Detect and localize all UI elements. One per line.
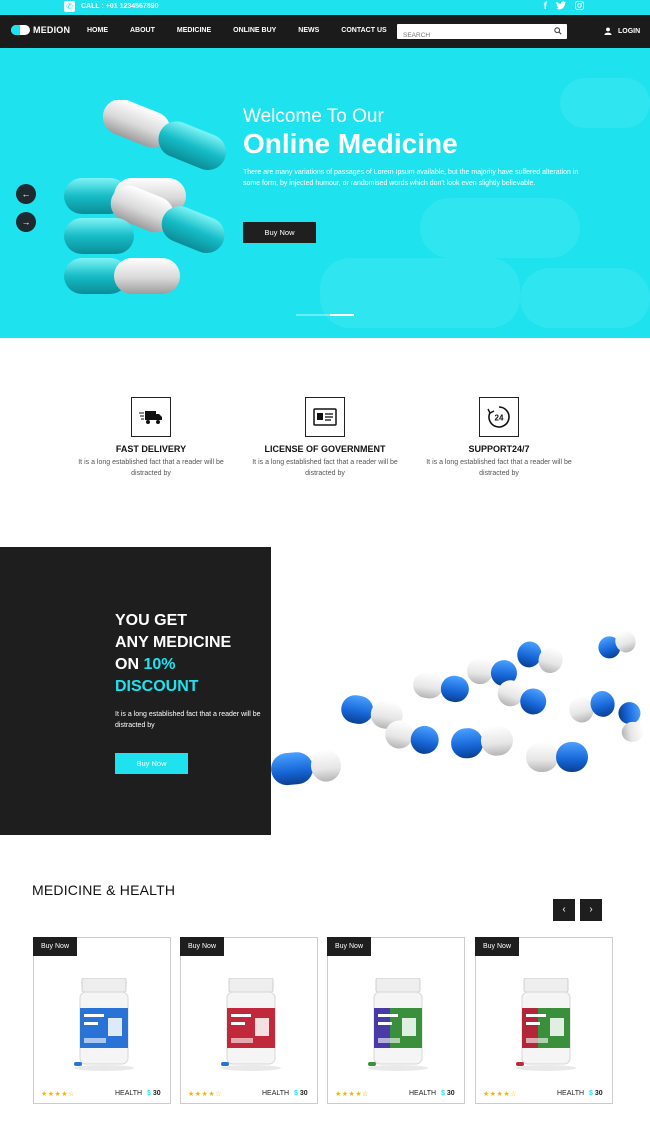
discount-prefix: ON	[115, 656, 144, 673]
discount-line-2: ANY MEDICINE	[115, 634, 232, 651]
price-currency: $	[294, 1090, 298, 1097]
product-buy-now-button[interactable]: Buy Now	[327, 937, 371, 956]
twitter-icon[interactable]	[556, 1, 566, 13]
product-category: HEALTH	[557, 1090, 585, 1097]
social-links: f	[544, 1, 584, 13]
site-logo[interactable]: MEDION	[11, 25, 70, 35]
nav-item-online-buy[interactable]: ONLINE BUY	[233, 27, 276, 34]
feature-description: It is a long established fact that a rea…	[252, 459, 398, 477]
medicine-bottle-image	[516, 978, 576, 1071]
slider-next-button[interactable]: →	[16, 212, 36, 232]
medicine-bottle-image	[74, 978, 134, 1071]
capsules-image	[64, 100, 226, 294]
price-value: 30	[299, 1090, 308, 1097]
main-nav: MEDION HOME ABOUT MEDICINE ONLINE BUY NE…	[0, 15, 650, 48]
nav-item-home[interactable]: HOME	[87, 27, 108, 34]
feature-description: It is a long established fact that a rea…	[78, 459, 224, 477]
price-currency: $	[589, 1090, 593, 1097]
discount-line-3: ON 10%	[115, 654, 231, 676]
product-price: $ 30	[294, 1090, 308, 1097]
discount-percent: 10%	[143, 656, 176, 673]
feature-support: 24 SUPPORT24/7 It is a long established …	[414, 397, 584, 479]
slider-indicator-active[interactable]	[330, 314, 354, 316]
discount-panel: YOU GET ANY MEDICINE ON 10% DISCOUNT It …	[0, 547, 271, 835]
discount-line-1: YOU GET	[115, 612, 188, 629]
search-input[interactable]	[397, 28, 547, 43]
nav-menu: HOME ABOUT MEDICINE ONLINE BUY NEWS CONT…	[87, 27, 387, 34]
nav-item-contact-us[interactable]: CONTACT US	[341, 27, 386, 34]
top-bar: ✆ CALL : +01 1234567890 f	[0, 0, 650, 15]
rating-stars: ★★★★☆	[335, 1091, 369, 1098]
price-value: 30	[594, 1090, 603, 1097]
carousel-prev-button[interactable]: ‹	[553, 899, 575, 921]
price-currency: $	[441, 1090, 445, 1097]
section-title: MEDICINE & HEALTH	[32, 882, 176, 898]
slider-indicator[interactable]	[296, 314, 354, 316]
price-currency: $	[147, 1090, 151, 1097]
phone-label: CALL : +01 1234567890	[81, 3, 159, 10]
feature-title: SUPPORT24/7	[468, 444, 530, 454]
nav-item-news[interactable]: NEWS	[298, 27, 319, 34]
product-category: HEALTH	[409, 1090, 437, 1097]
discount-line-4: DISCOUNT	[115, 678, 199, 695]
truck-icon	[131, 397, 171, 437]
product-category: HEALTH	[262, 1090, 290, 1097]
feature-license: LICENSE OF GOVERNMENT It is a long estab…	[240, 397, 410, 479]
support-24-icon: 24	[479, 397, 519, 437]
bg-capsule-shape	[320, 258, 520, 328]
bg-capsule-shape	[520, 268, 650, 328]
carousel-next-button[interactable]: ›	[580, 899, 602, 921]
feature-title: FAST DELIVERY	[115, 444, 187, 454]
product-card[interactable]: Buy Now ★★★★☆ HEALTH $ 30	[180, 937, 318, 1104]
rating-stars: ★★★★☆	[483, 1091, 517, 1098]
rating-stars: ★★★★☆	[41, 1091, 75, 1098]
feature-title: LICENSE OF GOVERNMENT	[264, 444, 386, 454]
product-category: HEALTH	[115, 1090, 143, 1097]
svg-text:24: 24	[495, 414, 504, 423]
nav-item-about[interactable]: ABOUT	[130, 27, 155, 34]
product-price: $ 30	[441, 1090, 455, 1097]
hero-slider: ← → Welcome To Our Online Medicine There…	[0, 48, 650, 338]
medicine-bottle-image	[368, 978, 428, 1071]
slider-prev-button[interactable]: ←	[16, 184, 36, 204]
login-link[interactable]: LOGIN	[604, 27, 640, 35]
discount-title: YOU GET ANY MEDICINE ON 10% DISCOUNT	[115, 610, 231, 698]
product-card[interactable]: Buy Now ★★★★☆ HEALTH $ 30	[475, 937, 613, 1104]
search-box	[397, 24, 567, 43]
price-value: 30	[152, 1090, 161, 1097]
feature-fast-delivery: FAST DELIVERY It is a long established f…	[66, 397, 236, 479]
hero-description: There are many variations of passages of…	[243, 169, 579, 187]
blue-capsules-image	[271, 547, 650, 835]
price-value: 30	[446, 1090, 455, 1097]
instagram-icon[interactable]	[575, 1, 584, 13]
product-price: $ 30	[589, 1090, 603, 1097]
call-info: ✆ CALL : +01 1234567890	[64, 1, 159, 12]
user-icon	[604, 27, 612, 35]
login-label: LOGIN	[618, 27, 641, 35]
discount-description: It is a long established fact that a rea…	[115, 711, 261, 729]
feature-description: It is a long established fact that a rea…	[426, 459, 572, 477]
phone-icon: ✆	[64, 1, 75, 12]
bg-capsule-shape	[560, 78, 650, 128]
bg-capsule-shape	[420, 198, 580, 258]
product-card[interactable]: Buy Now ★★★★☆ HEALTH $ 30	[33, 937, 171, 1104]
discount-buy-now-button[interactable]: Buy Now	[115, 753, 188, 774]
capsule-logo-icon	[11, 25, 30, 35]
nav-item-medicine[interactable]: MEDICINE	[177, 27, 211, 34]
facebook-icon[interactable]: f	[544, 1, 547, 13]
rating-stars: ★★★★☆	[188, 1091, 222, 1098]
hero-welcome: Welcome To Our	[243, 106, 384, 127]
license-icon	[305, 397, 345, 437]
product-price: $ 30	[147, 1090, 161, 1097]
hero-buy-now-button[interactable]: Buy Now	[243, 222, 316, 243]
product-buy-now-button[interactable]: Buy Now	[180, 937, 224, 956]
logo-text: MEDION	[33, 25, 71, 35]
hero-title: Online Medicine	[243, 128, 458, 159]
product-buy-now-button[interactable]: Buy Now	[33, 937, 77, 956]
search-icon[interactable]	[554, 27, 562, 35]
medicine-bottle-image	[221, 978, 281, 1071]
product-buy-now-button[interactable]: Buy Now	[475, 937, 519, 956]
product-card[interactable]: Buy Now ★★★★☆ HEALTH $ 30	[327, 937, 465, 1104]
